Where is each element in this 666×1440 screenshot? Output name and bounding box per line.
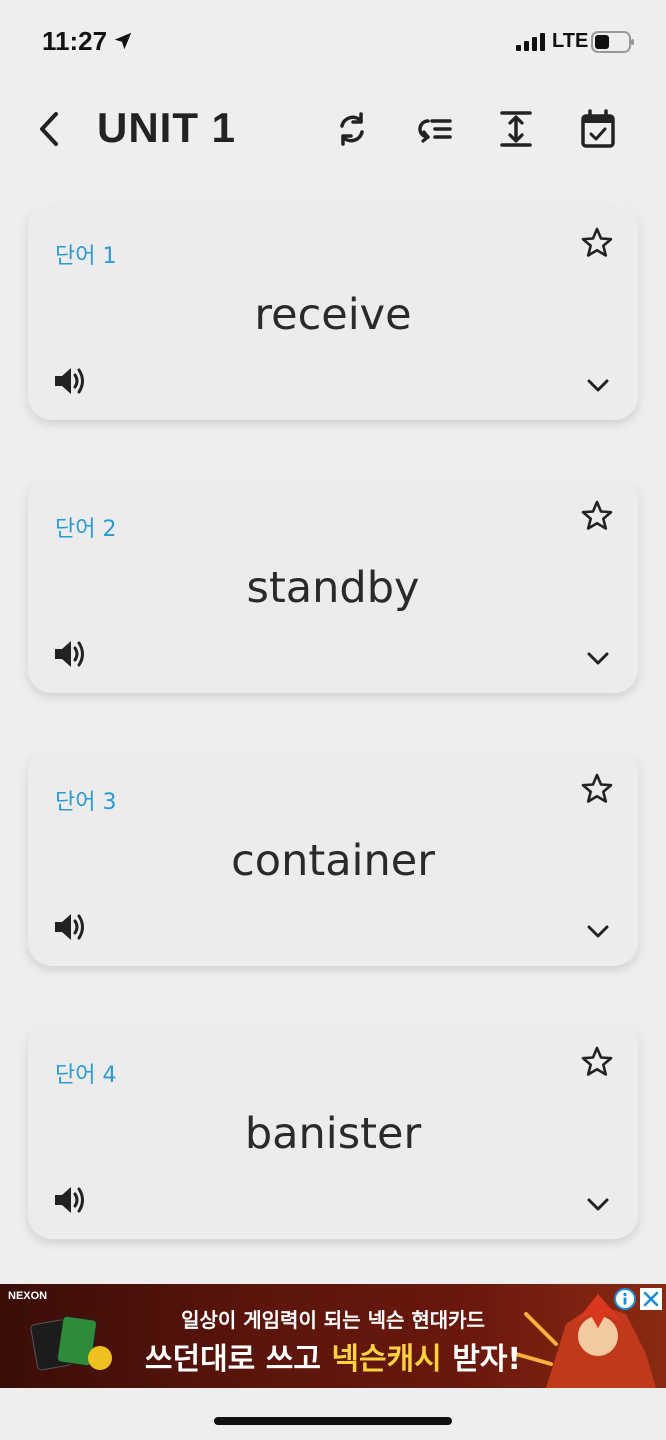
speaker-icon[interactable]: [52, 637, 88, 671]
word-card-4[interactable]: 단어 4 banister: [28, 1023, 638, 1239]
star-icon[interactable]: [580, 499, 614, 533]
refresh-icon[interactable]: [332, 108, 372, 150]
word-text: container: [231, 836, 435, 886]
word-number-label: 단어 2: [55, 517, 117, 542]
word-card-2[interactable]: 단어 2 standby: [28, 477, 638, 693]
chevron-down-icon[interactable]: [586, 649, 610, 669]
ad-headline: 일상이 게임력이 되는 넥슨 현대카드: [181, 1308, 485, 1332]
home-indicator[interactable]: [214, 1417, 452, 1425]
close-icon[interactable]: [640, 1288, 662, 1310]
ad-brand-logo: NEXON: [8, 1290, 48, 1302]
word-number-label: 단어 3: [55, 790, 117, 815]
chevron-down-icon[interactable]: [586, 376, 610, 396]
list-loop-icon[interactable]: [414, 108, 454, 150]
status-bar: 11:27 LTE: [0, 0, 666, 86]
word-card-3[interactable]: 단어 3 container: [28, 750, 638, 966]
info-icon[interactable]: [614, 1288, 636, 1310]
word-text: banister: [244, 1109, 422, 1159]
expand-vertical-icon[interactable]: [496, 108, 536, 150]
chevron-down-icon[interactable]: [586, 1195, 610, 1215]
chevron-down-icon[interactable]: [586, 922, 610, 942]
star-icon[interactable]: [580, 226, 614, 260]
word-text: standby: [246, 563, 420, 613]
cellular-signal-icon: [516, 33, 545, 51]
ad-banner[interactable]: NEXON 일상이 게임력이 되는 넥슨 현대카드 쓰던대로 쓰고 넥슨캐시 받…: [0, 1284, 666, 1388]
speaker-icon[interactable]: [52, 1183, 88, 1217]
calendar-check-icon[interactable]: [578, 108, 618, 150]
header: UNIT 1: [0, 86, 666, 176]
speaker-icon[interactable]: [52, 910, 88, 944]
word-number-label: 단어 4: [55, 1063, 117, 1088]
speaker-icon[interactable]: [52, 364, 88, 398]
page-title: UNIT 1: [97, 104, 237, 151]
ad-subheadline: 쓰던대로 쓰고 넥슨캐시 받자!: [144, 1342, 522, 1377]
word-number-label: 단어 1: [55, 244, 117, 269]
battery-icon: [591, 31, 634, 53]
word-text: receive: [254, 290, 412, 340]
star-icon[interactable]: [580, 772, 614, 806]
location-arrow-icon: [114, 32, 132, 50]
star-icon[interactable]: [580, 1045, 614, 1079]
status-time: 11:27: [42, 26, 108, 56]
word-card-1[interactable]: 단어 1 receive: [28, 204, 638, 420]
network-type: LTE: [552, 30, 589, 52]
back-chevron-icon[interactable]: [32, 108, 66, 150]
